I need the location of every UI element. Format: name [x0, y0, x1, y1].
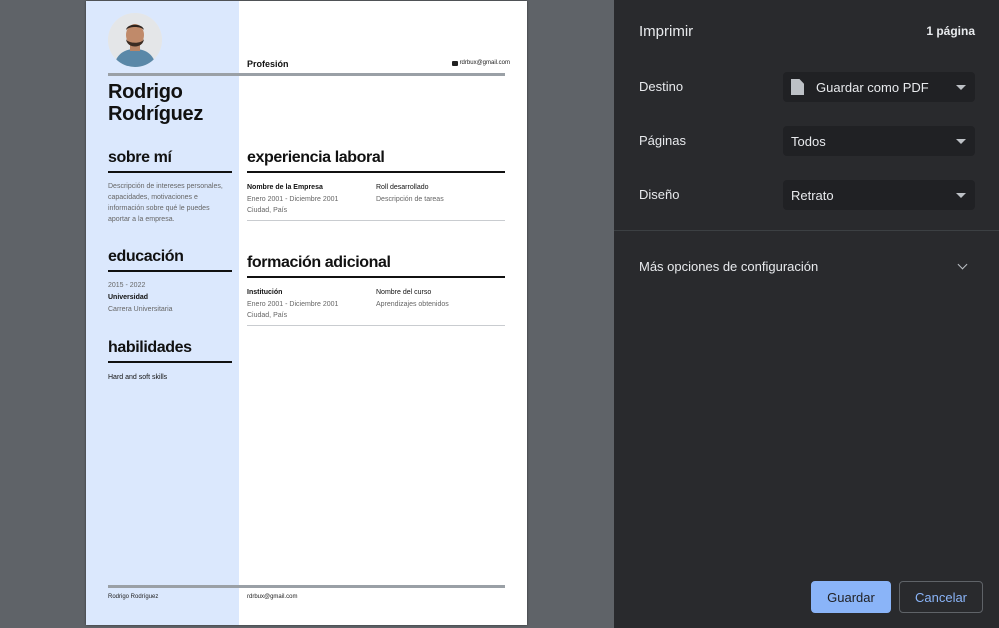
chevron-down-icon[interactable] [957, 259, 968, 270]
dropdown-arrow-icon [956, 192, 966, 198]
pages-label: Páginas [639, 133, 686, 148]
print-preview-area: Profesión rdrbux@gmail.com Rodrigo Rodrí… [0, 0, 614, 628]
skills-rule [108, 361, 232, 363]
destination-value: Guardar como PDF [816, 79, 929, 95]
footer-divider [108, 585, 505, 588]
education-institution: Universidad [108, 294, 149, 301]
destination-label: Destino [639, 79, 684, 94]
experience-company: Nombre de la Empresa [247, 184, 323, 191]
experience-rule [247, 171, 505, 173]
about-line: aportar a la empresa. [108, 216, 175, 223]
cancel-button[interactable]: Cancelar [899, 581, 983, 613]
experience-dates: Enero 2001 - Diciembre 2001 [247, 196, 339, 203]
profession-label: Profesión [247, 59, 289, 69]
experience-role: Roll desarrollado [376, 184, 429, 191]
skills-title: habilidades [108, 339, 192, 356]
education-rule [108, 270, 232, 272]
page-count: 1 página [926, 24, 975, 38]
education-degree: Carrera Universitaria [108, 306, 173, 313]
about-rule [108, 171, 232, 173]
training-dates: Enero 2001 - Diciembre 2001 [247, 301, 339, 308]
resume-name: Rodrigo Rodríguez [108, 81, 203, 125]
pages-select[interactable]: Todos [783, 126, 975, 156]
pages-value: Todos [791, 133, 826, 149]
layout-select[interactable]: Retrato [783, 180, 975, 210]
skills-text: Hard and soft skills [108, 374, 168, 381]
about-text: Descripción de intereses personales, cap… [108, 181, 238, 225]
name-first: Rodrigo [108, 81, 183, 103]
training-location: Ciudad, País [247, 312, 288, 319]
name-last: Rodríguez [108, 103, 204, 125]
resume-page-preview: Profesión rdrbux@gmail.com Rodrigo Rodrí… [86, 1, 527, 625]
training-entry-divider [247, 325, 505, 326]
footer-name: Rodrigo Rodríguez [108, 594, 159, 600]
print-settings-panel: Imprimir 1 página Destino Guardar como P… [614, 0, 999, 628]
layout-value: Retrato [791, 187, 834, 203]
save-button[interactable]: Guardar [811, 581, 891, 613]
about-title: sobre mí [108, 149, 172, 166]
experience-entry-divider [247, 220, 505, 221]
profile-photo [108, 13, 162, 67]
print-title: Imprimir [639, 23, 694, 40]
dropdown-arrow-icon [956, 138, 966, 144]
training-institution: Institución [247, 289, 283, 296]
about-line: información sobre qué le puedes [108, 205, 210, 212]
panel-divider [614, 230, 999, 231]
training-learnings: Aprendizajes obtenidos [376, 301, 449, 308]
more-settings-toggle[interactable]: Más opciones de configuración [639, 259, 818, 274]
layout-label: Diseño [639, 187, 680, 202]
dropdown-arrow-icon [956, 84, 966, 90]
training-rule [247, 276, 505, 278]
about-line: capacidades, motivaciones e [108, 194, 198, 201]
training-title: formación adicional [247, 254, 391, 271]
header-email-text: rdrbux@gmail.com [459, 60, 510, 66]
mail-icon [451, 60, 458, 66]
experience-tasks: Descripción de tareas [376, 196, 444, 203]
header-email: rdrbux@gmail.com [451, 60, 510, 66]
training-course: Nombre del curso [376, 289, 432, 296]
education-years: 2015 - 2022 [108, 282, 146, 289]
footer-email: rdrbux@gmail.com [247, 594, 298, 600]
experience-location: Ciudad, País [247, 207, 288, 214]
document-icon [791, 79, 804, 95]
destination-select[interactable]: Guardar como PDF [783, 72, 975, 102]
header-divider [108, 73, 505, 76]
about-line: Descripción de intereses personales, [108, 183, 223, 190]
experience-title: experiencia laboral [247, 149, 385, 166]
education-title: educación [108, 248, 184, 265]
